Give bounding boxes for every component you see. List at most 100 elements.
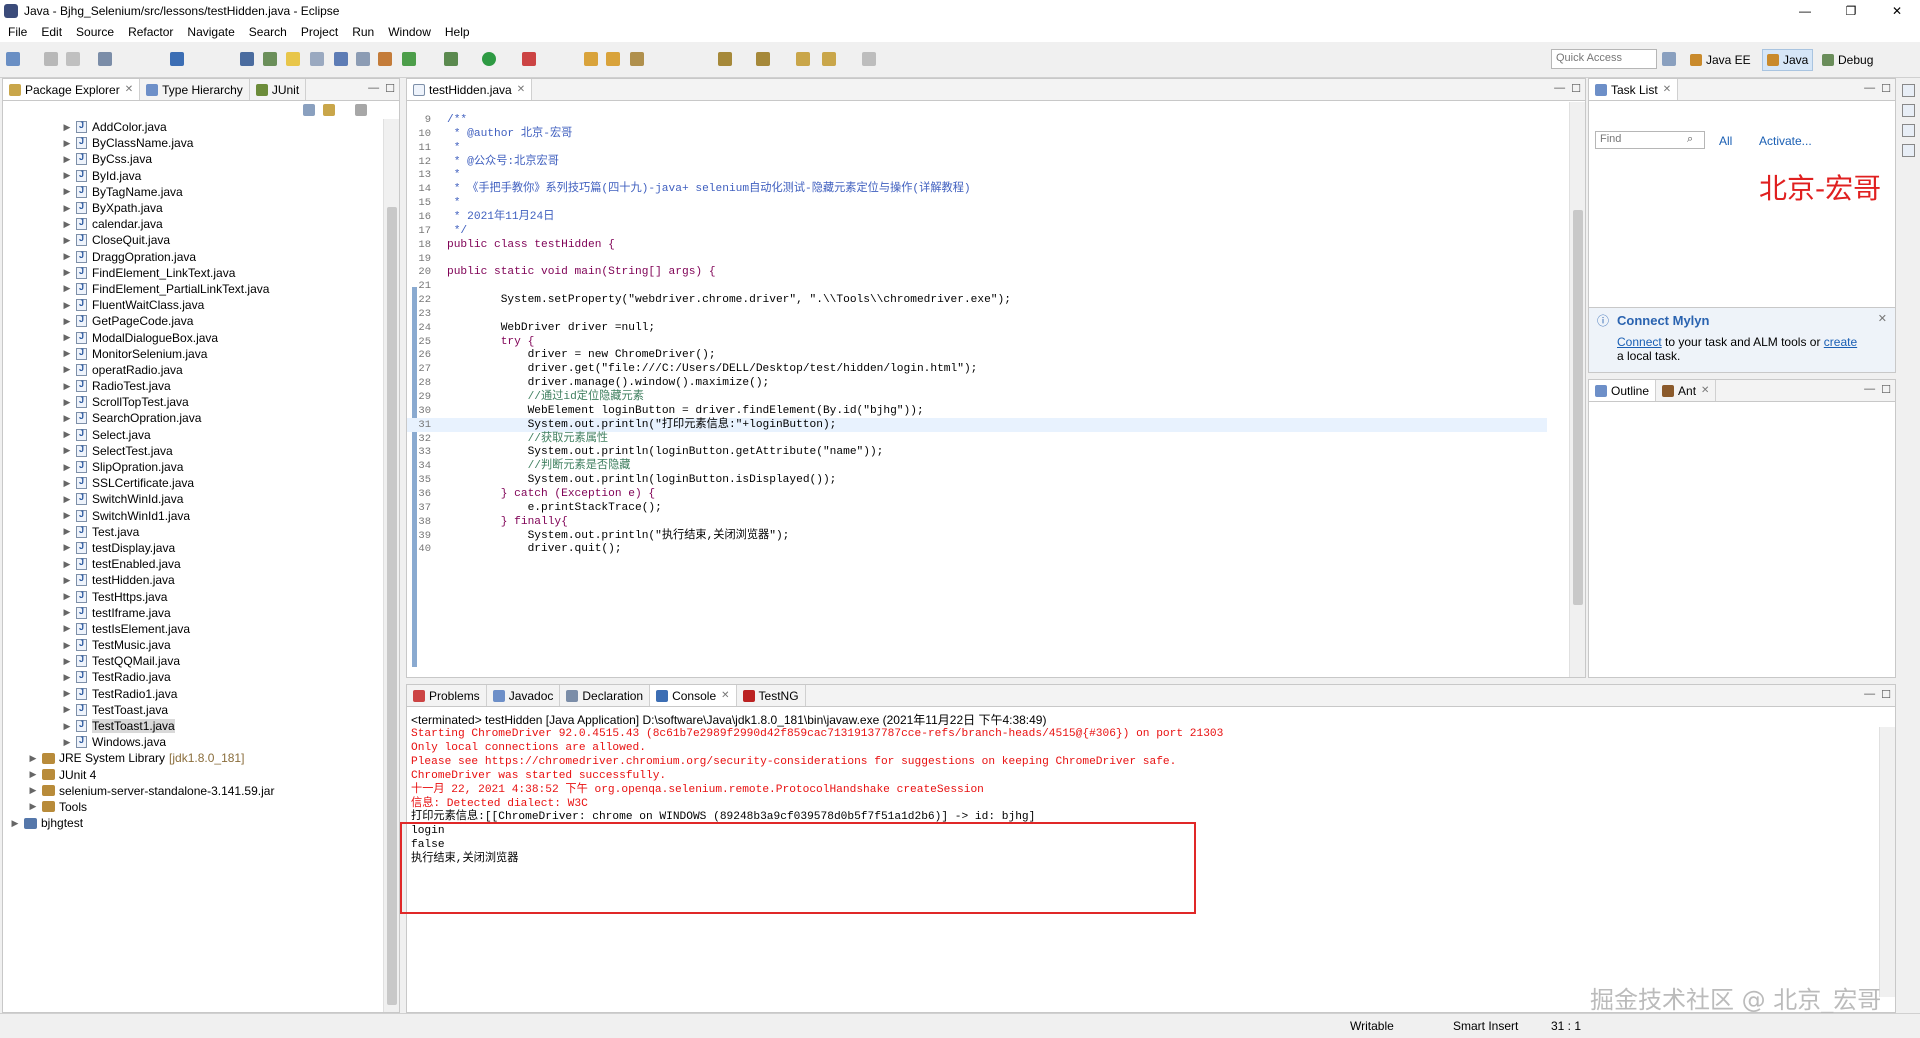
expand-arrow-icon[interactable]: ▶ [61, 154, 73, 165]
menu-project[interactable]: Project [301, 25, 338, 39]
tree-file-item[interactable]: ▶ SwitchWinId1.java [3, 508, 383, 524]
close-icon[interactable]: ✕ [517, 84, 525, 95]
expand-arrow-icon[interactable]: ▶ [61, 203, 73, 214]
palette-icon[interactable] [1902, 104, 1915, 117]
expand-arrow-icon[interactable]: ▶ [61, 122, 73, 133]
expand-arrow-icon[interactable]: ▶ [61, 138, 73, 149]
code-editor[interactable]: 9/** 10 * @author 北京-宏哥 11 * 12 * @公众号:北京宏哥… [407, 102, 1585, 677]
expand-arrow-icon[interactable]: ▶ [61, 364, 73, 375]
code-line[interactable]: 35 System.out.println(loginButton.isDisp… [407, 473, 1547, 487]
expand-arrow-icon[interactable]: ▶ [61, 656, 73, 667]
expand-arrow-icon[interactable]: ▶ [61, 300, 73, 311]
expand-arrow-icon[interactable]: ▶ [61, 332, 73, 343]
tree-file-item[interactable]: ▶ SelectTest.java [3, 443, 383, 459]
pilcrow-icon[interactable] [356, 52, 370, 66]
code-line[interactable]: 22 System.setProperty("webdriver.chrome.… [407, 293, 1547, 307]
code-line[interactable]: 37 e.printStackTrace(); [407, 501, 1547, 515]
code-line[interactable]: 36 } catch (Exception e) { [407, 487, 1547, 501]
new-class-icon[interactable] [402, 52, 416, 66]
menu-source[interactable]: Source [76, 25, 114, 39]
expand-arrow-icon[interactable]: ▶ [61, 478, 73, 489]
connect-link[interactable]: Connect [1617, 335, 1662, 349]
code-line[interactable]: 19 [407, 252, 1547, 266]
open-type-icon[interactable] [584, 52, 598, 66]
menu-run[interactable]: Run [352, 25, 374, 39]
minimize-view-icon[interactable]: — [1864, 688, 1875, 701]
tree-file-item[interactable]: ▶ AddColor.java [3, 119, 383, 135]
tree-file-item[interactable]: ▶ TestToast.java [3, 702, 383, 718]
code-line[interactable]: 32 //获取元素属性 [407, 432, 1547, 446]
tab-package-explorer[interactable]: Package Explorer ✕ [3, 79, 141, 100]
maximize-view-icon[interactable]: ☐ [1881, 688, 1891, 701]
expand-arrow-icon[interactable]: ▶ [61, 348, 73, 359]
perspective-debug[interactable]: Debug [1818, 49, 1877, 71]
tree-file-item[interactable]: ▶ ByCss.java [3, 151, 383, 167]
scrollbar-thumb[interactable] [1573, 210, 1583, 605]
maximize-view-icon[interactable]: ☐ [1881, 383, 1891, 396]
expand-arrow-icon[interactable]: ▶ [61, 235, 73, 246]
code-line[interactable]: 31 System.out.println("打印元素信息:"+loginBut… [407, 417, 1547, 432]
terminal-icon[interactable] [170, 52, 184, 66]
expand-arrow-icon[interactable]: ▶ [61, 397, 73, 408]
editor-scrollbar[interactable] [1569, 102, 1585, 677]
code-line[interactable]: 11 * [407, 141, 1547, 155]
tree-library-item[interactable]: ▶ Tools [3, 799, 383, 815]
code-line[interactable]: 16 * 2021年11月24日 [407, 210, 1547, 224]
forward-icon[interactable] [862, 52, 876, 66]
minimize-view-icon[interactable]: — [1864, 82, 1875, 95]
expand-arrow-icon[interactable]: ▶ [61, 510, 73, 521]
tree-file-item[interactable]: ▶ CloseQuit.java [3, 232, 383, 248]
tree-file-item[interactable]: ▶ ModalDialogueBox.java [3, 329, 383, 345]
view-menu-icon[interactable] [355, 104, 367, 116]
perspective-java[interactable]: Java [1762, 49, 1814, 71]
quick-access-input[interactable]: Quick Access [1551, 49, 1657, 69]
menu-help[interactable]: Help [445, 25, 470, 39]
code-line[interactable]: 20 public static void main(String[] args)… [407, 265, 1547, 279]
tree-file-item[interactable]: ▶ SlipOpration.java [3, 459, 383, 475]
tree-library-item[interactable]: ▶ selenium-server-standalone-3.141.59.jar [3, 783, 383, 799]
code-line[interactable]: 9 /** [407, 113, 1547, 127]
menu-file[interactable]: File [8, 25, 27, 39]
tree-file-item[interactable]: ▶ FindElement_PartialLinkText.java [3, 281, 383, 297]
minimize-view-icon[interactable]: — [1554, 82, 1565, 95]
new-icon[interactable] [6, 52, 20, 66]
close-icon[interactable]: ✕ [1701, 385, 1709, 396]
tree-file-item[interactable]: ▶ TestToast1.java [3, 718, 383, 734]
tree-file-item[interactable]: ▶ operatRadio.java [3, 362, 383, 378]
tab-declaration[interactable]: Declaration [560, 685, 651, 706]
expand-arrow-icon[interactable]: ▶ [61, 672, 73, 683]
search-view-icon[interactable] [1902, 124, 1915, 137]
tree-file-item[interactable]: ▶ ById.java [3, 168, 383, 184]
tree-library-item[interactable]: ▶ JUnit 4 [3, 767, 383, 783]
expand-arrow-icon[interactable]: ▶ [61, 462, 73, 473]
expand-arrow-icon[interactable]: ▶ [61, 186, 73, 197]
tab-testng[interactable]: TestNG [737, 685, 806, 706]
code-line[interactable]: 15 * [407, 196, 1547, 210]
tree-file-item[interactable]: ▶ TestRadio.java [3, 669, 383, 685]
code-line[interactable]: 10 * @author 北京-宏哥 [407, 127, 1547, 141]
menu-window[interactable]: Window [388, 25, 431, 39]
close-window-button[interactable]: ✕ [1874, 0, 1920, 22]
tree-file-item[interactable]: ▶ TestHttps.java [3, 588, 383, 604]
create-link[interactable]: create [1824, 335, 1857, 349]
tab-task-list[interactable]: Task List ✕ [1589, 79, 1679, 100]
package-explorer-scrollbar[interactable] [383, 119, 399, 1012]
expand-arrow-icon[interactable]: ▶ [61, 429, 73, 440]
tab-ant[interactable]: Ant ✕ [1656, 380, 1717, 401]
expand-arrow-icon[interactable]: ▶ [61, 542, 73, 553]
expand-arrow-icon[interactable]: ▶ [61, 445, 73, 456]
code-line[interactable]: 12 * @公众号:北京宏哥 [407, 155, 1547, 169]
expand-arrow-icon[interactable]: ▶ [61, 381, 73, 392]
tree-file-item[interactable]: ▶ Test.java [3, 524, 383, 540]
tree-file-item[interactable]: ▶ DraggOpration.java [3, 249, 383, 265]
code-line[interactable]: 39 System.out.println("执行结束,关闭浏览器"); [407, 529, 1547, 543]
tree-file-item[interactable]: ▶ SwitchWinId.java [3, 491, 383, 507]
expand-arrow-icon[interactable]: ▶ [61, 267, 73, 278]
expand-arrow-icon[interactable]: ▶ [61, 591, 73, 602]
tree-file-item[interactable]: ▶ RadioTest.java [3, 378, 383, 394]
task-icon[interactable] [1902, 144, 1915, 157]
prev-annotation-icon[interactable] [756, 52, 770, 66]
tree-file-item[interactable]: ▶ ScrollTopTest.java [3, 394, 383, 410]
scrollbar-thumb[interactable] [387, 207, 397, 1005]
tab-outline[interactable]: Outline [1589, 380, 1657, 401]
